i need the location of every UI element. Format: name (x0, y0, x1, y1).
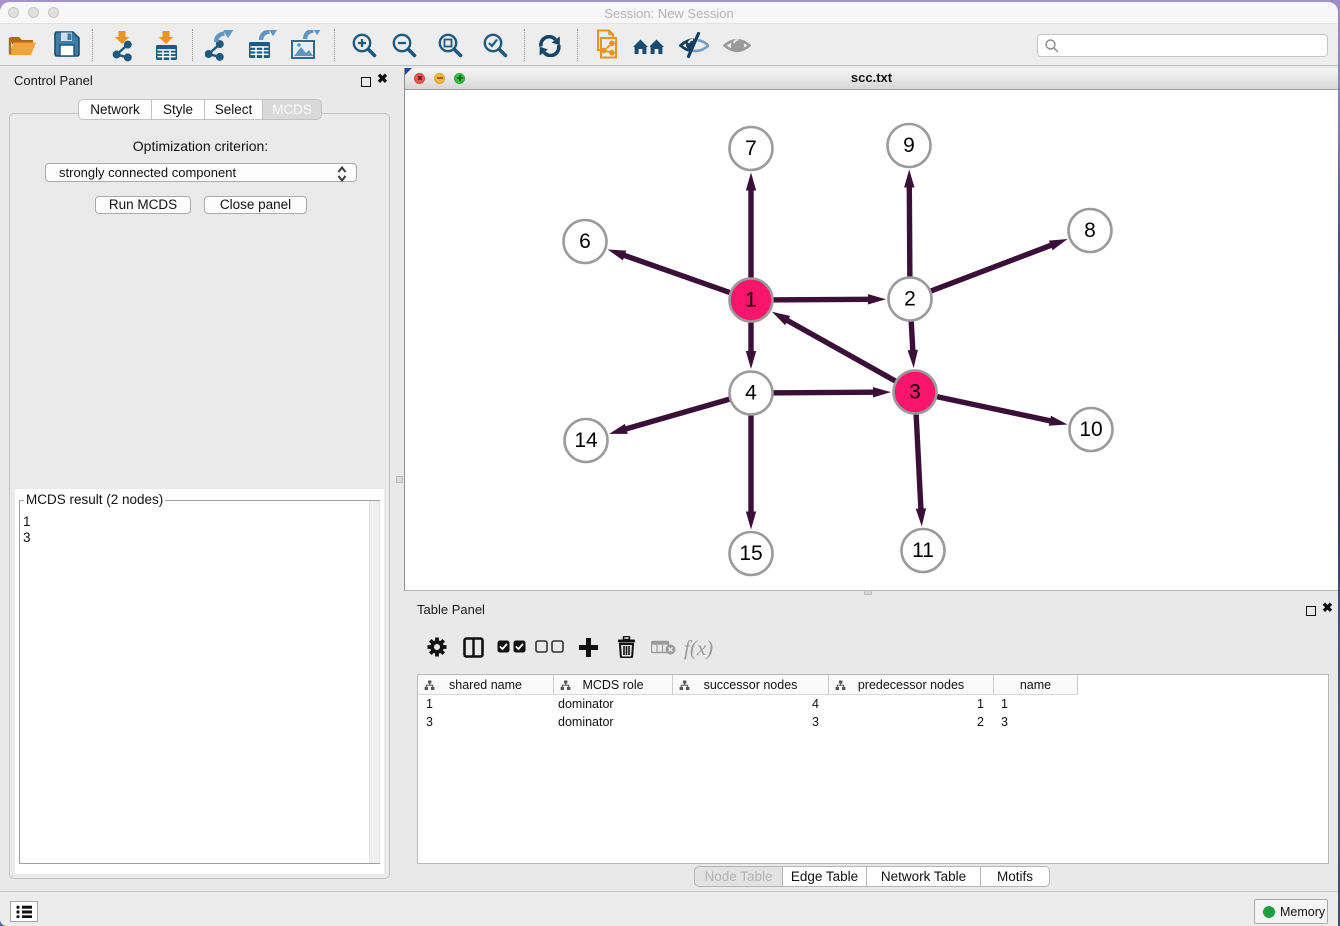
svg-text:11: 11 (912, 539, 934, 562)
svg-text:7: 7 (745, 137, 757, 160)
svg-text:1: 1 (745, 289, 757, 312)
svg-text:4: 4 (745, 382, 757, 405)
svg-text:15: 15 (739, 542, 762, 565)
svg-text:3: 3 (909, 381, 921, 404)
svg-text:2: 2 (904, 288, 916, 311)
svg-text:6: 6 (579, 230, 591, 253)
svg-text:14: 14 (574, 429, 598, 452)
svg-text:8: 8 (1084, 219, 1096, 242)
svg-text:10: 10 (1079, 418, 1102, 441)
svg-text:9: 9 (903, 134, 915, 157)
